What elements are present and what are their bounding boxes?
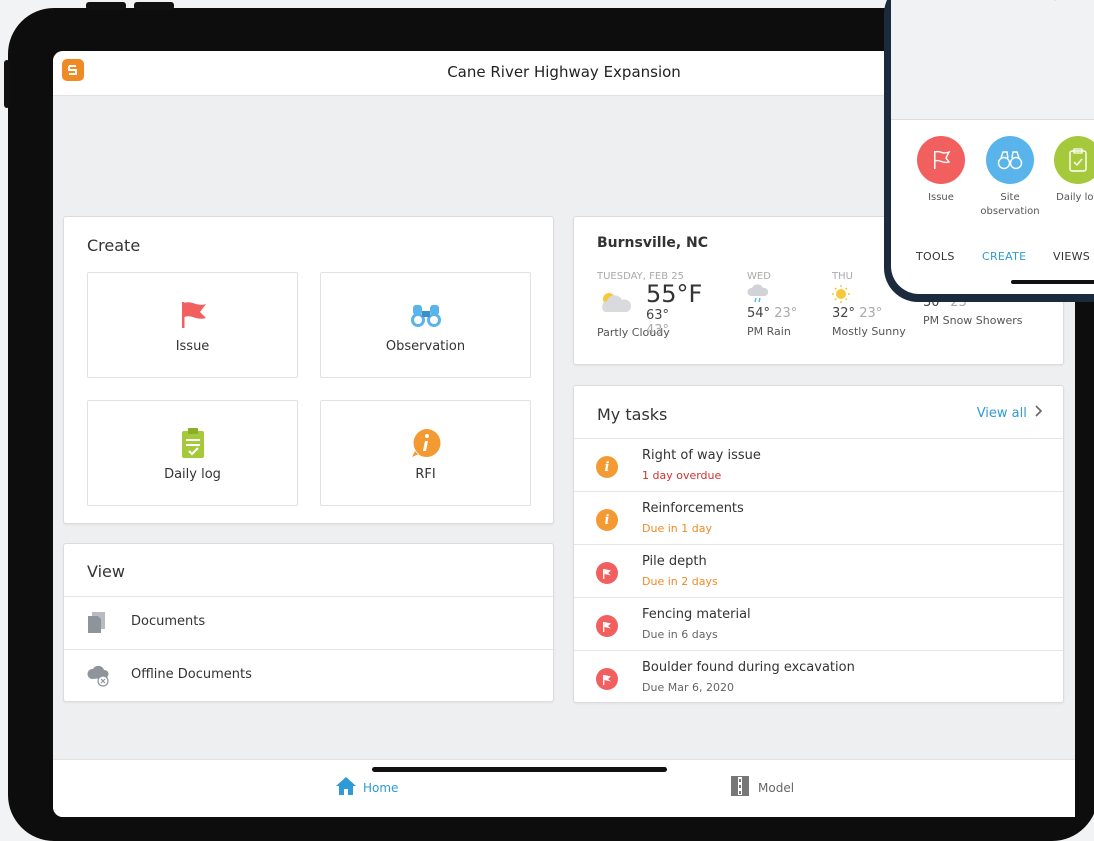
task-row[interactable]: Fencing material Due in 6 days	[574, 597, 1063, 650]
phone-home-indicator	[1011, 280, 1094, 284]
tile-label: Observation	[385, 338, 466, 354]
phone-tab-views[interactable]: VIEWS	[1053, 250, 1090, 263]
binoculars-icon	[409, 297, 443, 333]
cloud-offline-icon	[87, 665, 111, 691]
weather-condition: PM Snow Showers	[923, 314, 1023, 327]
info-bubble-icon	[410, 425, 442, 461]
weather-high: 63°	[646, 308, 670, 323]
task-row[interactable]: Pile depth Due in 2 days	[574, 544, 1063, 597]
weather-high: 32°	[832, 306, 856, 321]
task-title: Reinforcements	[642, 501, 744, 516]
phone-create-label: Site observation	[980, 192, 1040, 217]
weather-day: WED	[747, 271, 771, 282]
row-label: Documents	[131, 614, 206, 629]
task-title: Right of way issue	[642, 448, 761, 463]
model-icon	[730, 775, 750, 801]
task-due: Due Mar 6, 2020	[642, 681, 734, 694]
tablet-side-button	[4, 60, 10, 108]
create-issue-tile[interactable]: Issue	[87, 272, 298, 378]
phone-screen: Issue Site observation Daily log TOOLS C…	[891, 0, 1094, 294]
create-card-title: Create	[87, 236, 141, 255]
weather-condition: Mostly Sunny	[832, 325, 906, 338]
my-tasks-card: My tasks View all i Right of way issue 1…	[573, 385, 1064, 703]
tab-label: Home	[363, 781, 399, 795]
create-daily-log-tile[interactable]: Daily log	[87, 400, 298, 506]
phone-tab-tools[interactable]: TOOLS	[916, 250, 955, 263]
create-observation-tile[interactable]: Observation	[320, 272, 531, 378]
issue-flag-icon	[596, 615, 618, 637]
partly-cloudy-icon	[597, 290, 635, 318]
tab-model[interactable]: Model	[730, 775, 794, 801]
phone-create-label: Daily log	[1056, 192, 1094, 203]
view-all-label: View all	[976, 406, 1027, 421]
tablet-top-button	[134, 2, 174, 10]
tile-label: RFI	[415, 466, 436, 482]
weather-high: 54°	[747, 306, 771, 321]
task-due: Due in 6 days	[642, 628, 718, 641]
weather-low: 23°	[859, 306, 883, 321]
issue-flag-icon	[596, 668, 618, 690]
task-title: Pile depth	[642, 554, 707, 569]
view-documents-row[interactable]: Documents	[64, 596, 553, 649]
task-due: Due in 1 day	[642, 522, 712, 535]
weather-condition: PM Rain	[747, 325, 791, 338]
clipboard-icon	[180, 425, 206, 461]
document-icon	[87, 612, 107, 638]
task-title: Fencing material	[642, 607, 751, 622]
phone-upper-area	[891, 0, 1094, 120]
tab-label: Model	[758, 781, 795, 795]
row-label: Offline Documents	[131, 667, 252, 682]
tab-home[interactable]: Home	[335, 776, 398, 800]
task-row[interactable]: Boulder found during excavation Due Mar …	[574, 650, 1063, 703]
phone-create-site-observation[interactable]	[986, 136, 1034, 184]
tile-label: Issue	[175, 338, 210, 354]
chevron-right-icon	[1035, 405, 1043, 421]
task-title: Boulder found during excavation	[642, 660, 855, 675]
weather-current-temp: 55°F	[646, 280, 703, 308]
phone-create-label: Issue	[928, 192, 954, 203]
weather-location: Burnsville, NC	[597, 235, 709, 251]
green-mark	[1054, 0, 1056, 1]
view-card: View Documents Offline Documents	[63, 543, 554, 702]
weather-low: 43°	[646, 323, 670, 338]
weather-low: 23°	[774, 306, 798, 321]
rain-icon	[747, 284, 797, 306]
task-due: 1 day overdue	[642, 469, 722, 482]
phone-tab-create[interactable]: CREATE	[982, 250, 1026, 263]
phone-create-issue[interactable]	[917, 136, 965, 184]
issue-flag-icon	[596, 562, 618, 584]
home-icon	[335, 776, 357, 800]
flag-icon	[934, 150, 951, 169]
create-card: Create Issue Observation Daily log RFI	[63, 216, 554, 524]
phone-overlay: Issue Site observation Daily log TOOLS C…	[884, 0, 1094, 302]
tablet-top-button	[86, 2, 126, 10]
view-all-link[interactable]: View all	[977, 405, 1043, 421]
task-row[interactable]: i Right of way issue 1 day overdue	[574, 438, 1063, 491]
view-offline-documents-row[interactable]: Offline Documents	[64, 649, 553, 702]
weather-today: TUESDAY, FEB 25 55°F 63° 43° Partly Clou…	[597, 271, 702, 339]
weather-forecast-day: WED 54° 23° PM Rain	[747, 271, 797, 338]
task-row[interactable]: i Reinforcements Due in 1 day	[574, 491, 1063, 544]
home-indicator	[372, 767, 667, 772]
rfi-icon: i	[596, 509, 618, 531]
rfi-icon: i	[596, 456, 618, 478]
phone-create-daily-log[interactable]	[1054, 136, 1094, 184]
create-rfi-tile[interactable]: RFI	[320, 400, 531, 506]
task-due: Due in 2 days	[642, 575, 718, 588]
flag-icon	[176, 297, 210, 333]
binoculars-icon	[997, 151, 1023, 170]
tasks-title: My tasks	[597, 405, 668, 424]
tile-label: Daily log	[164, 466, 221, 482]
clipboard-icon	[1069, 148, 1087, 172]
view-card-title: View	[87, 562, 125, 581]
